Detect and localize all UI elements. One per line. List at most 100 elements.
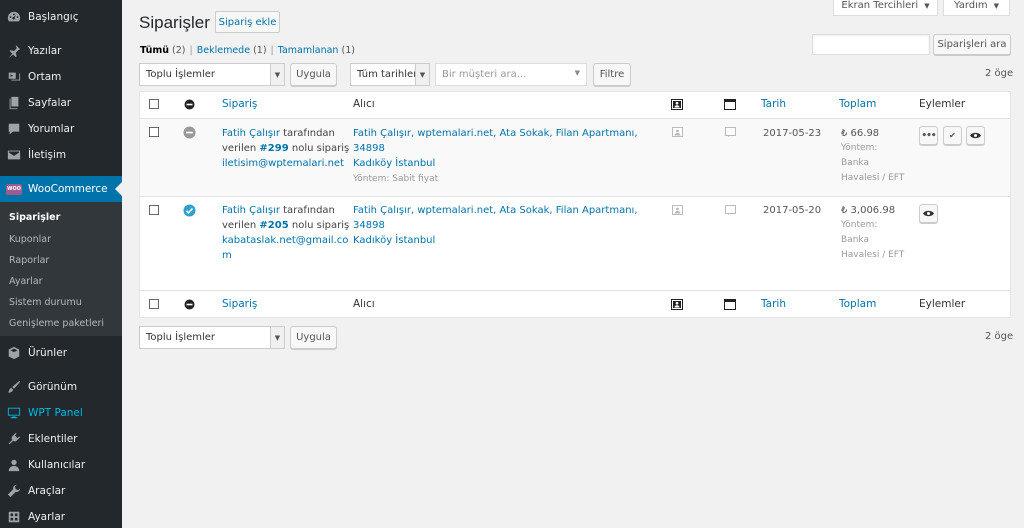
- comments-icon: [6, 121, 22, 137]
- select-all-checkbox[interactable]: [149, 99, 159, 109]
- filter-button[interactable]: Filtre: [593, 63, 631, 86]
- items-count-bottom: 2 öge: [985, 331, 1014, 342]
- sidebar-item-tools[interactable]: Araçlar: [0, 478, 122, 504]
- media-icon: [6, 69, 22, 85]
- separator: |: [270, 45, 274, 56]
- sidebar-item-settings[interactable]: Ayarlar: [0, 504, 122, 528]
- help-label: Yardım: [953, 0, 988, 11]
- woocommerce-icon: WOO: [6, 181, 22, 197]
- sidebar-item-posts[interactable]: Yazılar: [0, 38, 122, 64]
- customer-message-column-icon: [671, 299, 683, 310]
- order-total-amount: ₺ 3,006.98: [841, 205, 896, 216]
- customer-link[interactable]: Fatih Çalışır: [222, 205, 280, 216]
- bulk-actions-select-bottom[interactable]: Toplu İşlemler ▼: [139, 326, 285, 349]
- date-filter-select[interactable]: Tüm tarihler ▼: [350, 63, 430, 86]
- products-icon: [6, 345, 22, 361]
- sidebar-item-label: WooCommerce: [28, 183, 108, 195]
- submenu-coupons[interactable]: Kuponlar: [9, 234, 51, 245]
- sidebar-item-woocommerce[interactable]: WOO WooCommerce: [0, 176, 122, 202]
- payment-method: Banka: [841, 235, 869, 245]
- sidebar-item-contact[interactable]: İletişim: [0, 142, 122, 168]
- order-total-amount: ₺ 66.98: [841, 128, 880, 139]
- mail-icon: [6, 147, 22, 163]
- submenu-orders[interactable]: Siparişler: [9, 212, 60, 223]
- apply-button-bottom[interactable]: Uygula: [290, 326, 337, 349]
- order-total: ₺ 3,006.98 Yöntem: Banka Havalesi / EFT: [841, 203, 911, 263]
- shipping-address: Fatih Çalışır, wptemalari.net, Ata Sokak…: [353, 203, 653, 248]
- add-order-button[interactable]: Sipariş ekle: [215, 11, 280, 33]
- order-notes-column-icon: [724, 99, 736, 110]
- order-date: 2017-05-23: [763, 128, 822, 139]
- column-date-footer[interactable]: Tarih: [761, 297, 786, 312]
- submenu-reports[interactable]: Raporlar: [9, 255, 49, 266]
- screen-options-tab[interactable]: Ekran Tercihleri ▼: [833, 0, 938, 16]
- column-order[interactable]: Sipariş: [222, 97, 257, 112]
- address-link[interactable]: Fatih Çalışır, wptemalari.net, Ata Sokak…: [353, 128, 638, 154]
- address-link[interactable]: Fatih Çalışır, wptemalari.net, Ata Sokak…: [353, 205, 638, 231]
- pages-icon: [6, 95, 22, 111]
- order-notes-column-icon: [724, 299, 736, 310]
- customer-search-select[interactable]: Bir müşteri ara... ▼: [435, 63, 587, 86]
- filter-all-link[interactable]: Tümü (2): [140, 45, 186, 56]
- customer-email-link[interactable]: m: [222, 250, 232, 261]
- address-link[interactable]: Kadıköy İstanbul: [353, 158, 435, 169]
- status-column-icon: [184, 299, 196, 310]
- column-order-footer[interactable]: Sipariş: [222, 297, 257, 312]
- sidebar-item-wpt-panel[interactable]: WPT Panel: [0, 400, 122, 426]
- page-title: Siparişler: [139, 13, 210, 32]
- sidebar-item-plugins[interactable]: Eklentiler: [0, 426, 122, 452]
- submenu-extensions[interactable]: Genişleme paketleri: [9, 318, 104, 329]
- customer-message-icon: [672, 205, 684, 216]
- sidebar-item-label: Yorumlar: [28, 123, 75, 135]
- dashboard-icon: [6, 9, 22, 25]
- column-date[interactable]: Tarih: [761, 97, 786, 112]
- order-number-link[interactable]: #299: [259, 143, 288, 154]
- payment-method: Yöntem:: [841, 143, 878, 153]
- sidebar-item-dashboard[interactable]: Başlangıç: [0, 4, 122, 30]
- column-ship-to: Alıcı: [353, 98, 375, 110]
- column-ship-to-footer: Alıcı: [353, 298, 375, 310]
- submenu-settings[interactable]: Ayarlar: [9, 276, 43, 287]
- order-number-link[interactable]: #205: [259, 220, 288, 231]
- column-total[interactable]: Toplam: [839, 97, 876, 112]
- sidebar-item-pages[interactable]: Sayfalar: [0, 90, 122, 116]
- main-content: Ekran Tercihleri ▼ Yardım ▼ Siparişler Sip…: [122, 0, 1024, 528]
- search-orders-button[interactable]: Siparişleri ara: [933, 34, 1011, 55]
- order-text: verilen: [222, 220, 257, 231]
- bulk-actions-select-top[interactable]: Toplu İşlemler ▼: [139, 63, 285, 86]
- row-checkbox[interactable]: [149, 205, 159, 215]
- wrench-icon: [6, 483, 22, 499]
- address-link[interactable]: Kadıköy İstanbul: [353, 235, 435, 246]
- bulk-actions-value: Toplu İşlemler: [146, 69, 216, 80]
- customer-message-column-icon: [671, 99, 683, 110]
- row-checkbox[interactable]: [149, 127, 159, 137]
- woocommerce-logo: WOO: [6, 183, 22, 195]
- sidebar-item-users[interactable]: Kullanıcılar: [0, 452, 122, 478]
- settings-icon: [6, 509, 22, 525]
- view-action-button[interactable]: [919, 204, 938, 223]
- column-total-footer[interactable]: Toplam: [839, 297, 876, 312]
- sidebar-item-label: Başlangıç: [28, 11, 79, 23]
- caret-down-icon: ▼: [924, 1, 930, 10]
- complete-action-button[interactable]: ✔: [943, 126, 962, 145]
- apply-button-top[interactable]: Uygula: [290, 63, 337, 86]
- filter-pending-link[interactable]: Beklemede (1): [197, 45, 267, 56]
- help-tab[interactable]: Yardım ▼: [943, 0, 1010, 16]
- customer-email-link[interactable]: iletisim@wptemalari.net: [222, 158, 344, 169]
- filter-completed-link[interactable]: Tamamlanan (1): [278, 45, 355, 56]
- status-column-icon: [184, 99, 196, 110]
- caret-down-icon: ▼: [993, 1, 1000, 10]
- sidebar-item-comments[interactable]: Yorumlar: [0, 116, 122, 142]
- select-all-checkbox-footer[interactable]: [149, 299, 159, 309]
- sidebar-item-appearance[interactable]: Görünüm: [0, 374, 122, 400]
- order-search-input[interactable]: [812, 34, 930, 55]
- view-action-button[interactable]: [966, 126, 985, 145]
- submenu-system-status[interactable]: Sistem durumu: [9, 297, 82, 308]
- customer-email-link[interactable]: kabataslak.net@gmail.co: [222, 235, 348, 246]
- sidebar-item-products[interactable]: Ürünler: [0, 340, 122, 366]
- processing-action-button[interactable]: •••: [919, 126, 938, 145]
- order-summary: Fatih Çalışır tarafından verilen #205 no…: [222, 203, 352, 263]
- customer-link[interactable]: Fatih Çalışır: [222, 128, 280, 139]
- customer-search-placeholder: Bir müşteri ara...: [442, 69, 527, 80]
- sidebar-item-media[interactable]: Ortam: [0, 64, 122, 90]
